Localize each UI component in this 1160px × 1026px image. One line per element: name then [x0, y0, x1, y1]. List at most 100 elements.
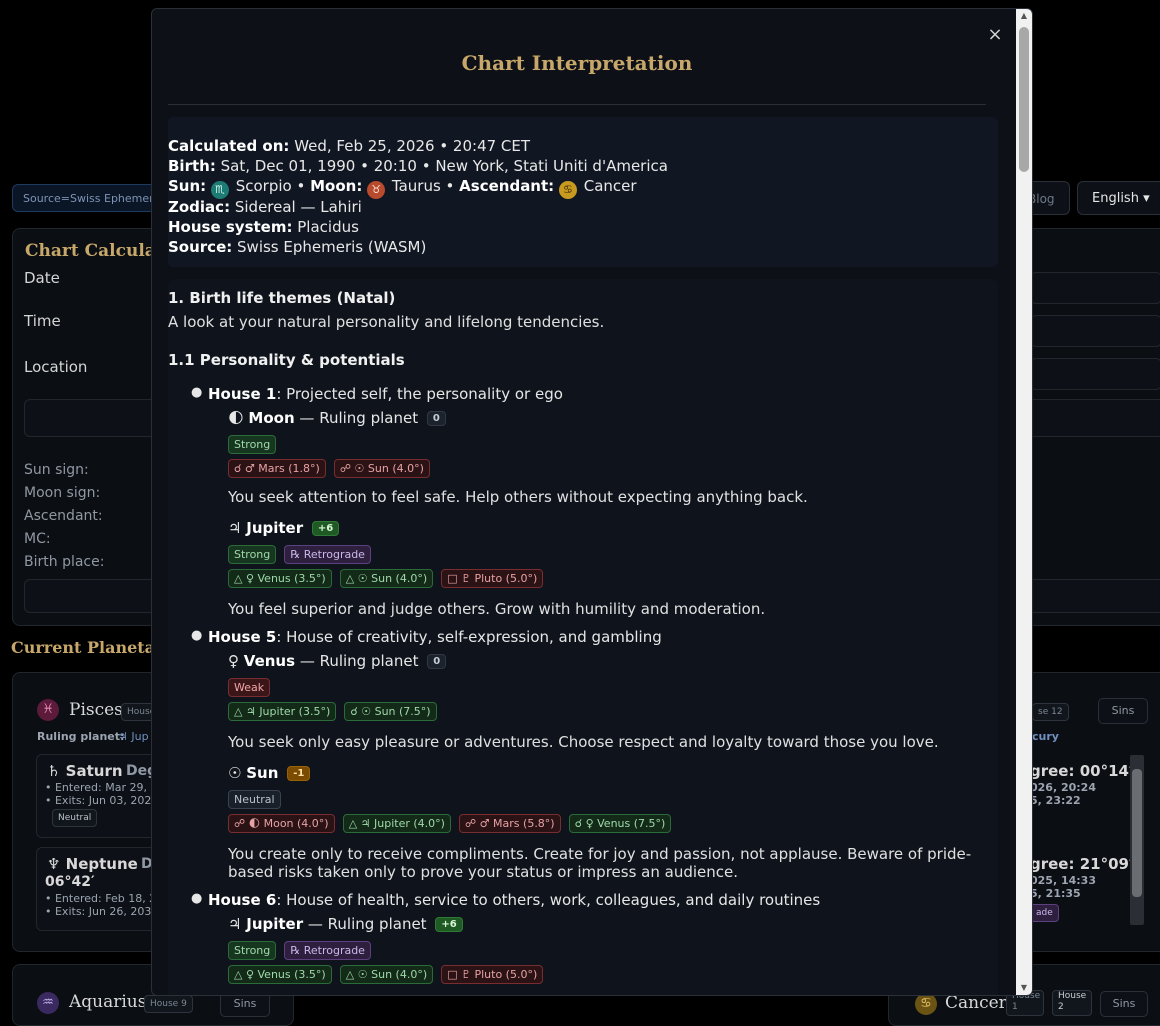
scrollbar-thumb[interactable] [1019, 27, 1029, 172]
scroll-down-icon[interactable]: ▼ [1016, 981, 1032, 995]
venus-interpretation: You seek only easy pleasure or adventure… [228, 733, 939, 751]
signs-line: Sun: ♏ Scorpio • Moon: ♉ Taurus • Ascend… [168, 177, 637, 199]
jupiter-name: Jupiter [246, 519, 304, 537]
birth-line: Birth: Sat, Dec 01, 1990 • 20:10 • New Y… [168, 157, 668, 175]
weak-badge: Weak [228, 678, 271, 697]
sun-aspects-row: ☍ 🌓 Moon (4.0°) △ ♃ Jupiter (4.0°) ☍ ♂ M… [228, 814, 674, 833]
aspect-badge: △ ♃ Jupiter (3.5°) [228, 702, 337, 721]
sun-interpretation: You create only to receive compliments. … [228, 845, 972, 881]
cancer-sins-button[interactable]: Sins [1100, 991, 1148, 1017]
jupiter6-aspects-row: △ ♀ Venus (3.5°) △ ☉ Sun (4.0°) □ ♇ Plut… [228, 965, 546, 984]
house-6-jupiter: ♃ Jupiter — Ruling planet +6 [228, 915, 463, 933]
ascendant-value: Cancer [583, 177, 637, 195]
cancer-name: Cancer [945, 993, 1007, 1013]
venus-status-row: Weak [228, 678, 273, 697]
calculated-on-value: Wed, Feb 25, 2026 • 20:47 CET [294, 137, 531, 155]
neptune-name: ♆ Neptune [47, 855, 138, 873]
source-badge: Source=Swiss Ephemeris [12, 184, 162, 212]
date-label: Date [24, 269, 60, 287]
chart-meta-box: Calculated on: Wed, Feb 25, 2026 • 20:47… [168, 117, 998, 267]
close-icon[interactable]: × [986, 25, 1004, 45]
right-house-badge: se 12 [1032, 703, 1069, 721]
modal-content: × Chart Interpretation Calculated on: We… [152, 9, 1016, 995]
jupiter-icon: ♃ [228, 915, 242, 933]
jupiter6-status-row: Strong ℞ Retrograde [228, 941, 374, 960]
ruling-planet-value: ♃ Jup [118, 730, 149, 743]
title-divider [168, 104, 986, 105]
aspect-badge: □ ♇ Pluto (5.0°) [441, 569, 544, 588]
sun-sign-label: Sun sign: [24, 462, 89, 478]
date-input[interactable] [1030, 272, 1160, 304]
scroll-up-icon[interactable]: ▲ [1016, 9, 1032, 23]
jupiter-score-badge: +6 [435, 917, 463, 932]
aquarius-house-badge: House 9 [144, 995, 193, 1013]
language-select[interactable]: English ▾ [1077, 181, 1160, 215]
pisces-icon: ♓ [37, 699, 59, 721]
zodiac-line: Zodiac: Sidereal — Lahiri [168, 198, 362, 216]
moon-score-badge: 0 [426, 411, 446, 426]
jupiter-icon: ♃ [228, 519, 242, 537]
birth-value: Sat, Dec 01, 1990 • 20:10 • New York, St… [220, 157, 668, 175]
sun-score-badge: -1 [287, 766, 311, 781]
location-search-input[interactable] [1030, 358, 1160, 390]
house-5-name: House 5 [208, 628, 277, 646]
sun-icon: ☉ [228, 764, 242, 782]
venus-name: Venus [243, 652, 296, 670]
strong-badge: Strong [228, 435, 277, 454]
jupiter-score-badge: +6 [311, 521, 340, 536]
right-date-2b: 5, 21:35 [1030, 887, 1081, 900]
sun-value: Scorpio • [235, 177, 306, 195]
jupiter-aspects-row: △ ♀ Venus (3.5°) △ ☉ Sun (4.0°) □ ♇ Plut… [228, 569, 546, 588]
interpretation-content: 1. Birth life themes (Natal) A look at y… [168, 279, 998, 995]
current-planetary-title: Current Planetary [11, 638, 173, 657]
moon-sign-label: Moon sign: [24, 485, 101, 501]
section-natal-title: 1. Birth life themes (Natal) [168, 289, 396, 307]
birth-label: Birth: [168, 157, 216, 175]
cancer-house-badge-2: House 2 [1052, 990, 1092, 1016]
venus-icon: ♀ [228, 652, 239, 670]
sun-label: Sun: [168, 177, 207, 195]
saturn-neutral-badge: Neutral [52, 809, 98, 827]
house-system-label: House system: [168, 218, 293, 236]
aquarius-name: Aquarius [69, 992, 147, 1012]
right-ruling-value: cury [1032, 730, 1059, 743]
aspect-badge: △ ☉ Sun (4.0°) [339, 569, 434, 588]
jupiter-status-row: Strong ℞ Retrograde [228, 545, 374, 564]
moon-status-row: Strong [228, 435, 279, 454]
right-degree-1: gree: 00°14′ [1030, 762, 1133, 780]
ascendant-label: Ascendant: [24, 508, 103, 524]
venus-score-badge: 0 [427, 654, 447, 669]
retrograde-badge: ℞ Retrograde [284, 941, 371, 960]
modal-scrollbar[interactable]: ▲ ▼ [1016, 9, 1032, 995]
moon-aspects-row: ☌ ♂ Mars (1.8°) ☍ ☉ Sun (4.0°) [228, 459, 433, 478]
calculated-on-line: Calculated on: Wed, Feb 25, 2026 • 20:47… [168, 137, 530, 155]
zodiac-value: Sidereal — Lahiri [234, 198, 362, 216]
house-5-desc: : House of creativity, self-expression, … [276, 628, 662, 646]
saturn-exits: • Exits: Jun 03, 2027 [45, 794, 159, 807]
cancer-icon: ♋ [558, 181, 577, 199]
aspect-badge: ☌ ♂ Mars (1.8°) [228, 459, 326, 478]
birth-place-label: Birth place: [24, 554, 105, 570]
bullet-icon: ● [191, 628, 203, 643]
aspect-badge: △ ♃ Jupiter (4.0°) [342, 814, 451, 833]
house-system-value: Placidus [297, 218, 359, 236]
retrograde-badge: ℞ Retrograde [284, 545, 371, 564]
ruling-planet-suffix: — Ruling planet [299, 409, 419, 427]
card-scrollbar[interactable] [1130, 755, 1144, 925]
venus-aspects-row: △ ♃ Jupiter (3.5°) ☌ ☉ Sun (7.5°) [228, 702, 440, 721]
house-6-item: ● House 6: House of health, service to o… [191, 891, 820, 909]
time-input[interactable] [1030, 315, 1160, 347]
house-1-desc: : Projected self, the personality or ego [276, 385, 563, 403]
right-date-1b: 5, 23:22 [1030, 794, 1081, 807]
mc-label: MC: [24, 531, 51, 547]
saturn-entered: • Entered: Mar 29, 2 [45, 781, 158, 794]
house-6-name: House 6 [208, 891, 277, 909]
strong-badge: Strong [228, 941, 277, 960]
aspect-badge: ☍ 🌓 Moon (4.0°) [228, 814, 335, 833]
sins-button[interactable]: Sins [1098, 698, 1148, 724]
aspect-badge: ☍ ♂ Mars (5.8°) [459, 814, 561, 833]
neptune-exits: • Exits: Jun 26, 203 [45, 905, 152, 918]
house-5-venus: ♀ Venus — Ruling planet 0 [228, 652, 447, 670]
aspect-badge: △ ☉ Sun (4.0°) [339, 965, 434, 984]
moon-name: Moon [248, 409, 295, 427]
